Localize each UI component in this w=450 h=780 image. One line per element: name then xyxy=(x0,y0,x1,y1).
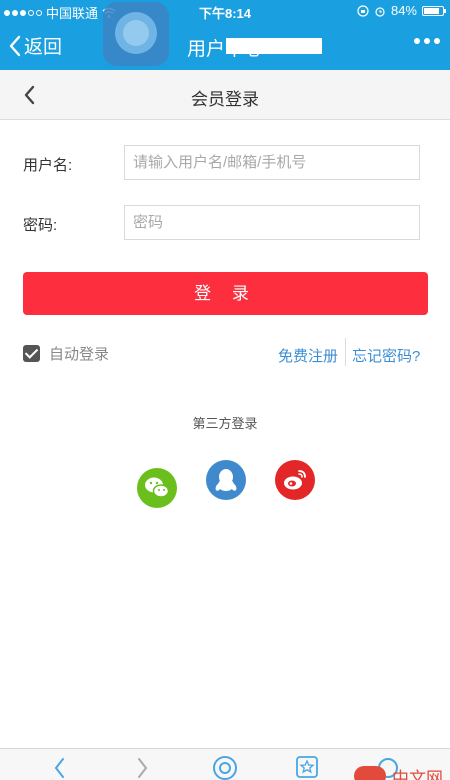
qq-penguin-icon xyxy=(215,469,237,491)
qq-login-button[interactable] xyxy=(206,460,246,500)
link-divider xyxy=(345,338,346,366)
bookmark-star-icon[interactable] xyxy=(295,755,319,779)
floating-assistant-icon[interactable] xyxy=(103,2,169,66)
password-input[interactable] xyxy=(124,205,420,240)
nav-title: 用户中心 xyxy=(186,39,263,60)
rotation-lock-icon xyxy=(357,4,369,17)
more-menu-button[interactable] xyxy=(414,38,440,44)
status-bar: 中国联通 下午8:14 84% xyxy=(0,0,450,22)
battery-percent: 84% xyxy=(390,3,417,18)
status-right: 84% xyxy=(357,3,446,18)
auto-login-label: 自动登录 xyxy=(49,346,110,363)
wechat-icon xyxy=(145,477,170,498)
browser-home-icon[interactable] xyxy=(212,755,238,780)
watermark-logo: 中文网 xyxy=(392,769,443,780)
third-party-login-title: 第三方登录 xyxy=(192,416,258,431)
password-label: 密码: xyxy=(23,217,58,234)
login-button[interactable]: 登 录 xyxy=(23,272,428,315)
browser-back-icon[interactable] xyxy=(52,755,66,779)
weibo-login-button[interactable] xyxy=(275,460,315,500)
redaction-bar xyxy=(226,38,322,54)
page-title: 会员登录 xyxy=(191,90,259,109)
auto-login-toggle[interactable]: 自动登录 xyxy=(23,343,109,364)
username-input[interactable] xyxy=(124,145,420,180)
alarm-icon xyxy=(375,6,385,17)
username-label: 用户名: xyxy=(23,157,73,174)
weibo-icon xyxy=(284,470,306,490)
battery-icon xyxy=(422,5,446,16)
watermark-badge xyxy=(354,766,386,780)
page-header: 会员登录 xyxy=(0,70,450,120)
register-link[interactable]: 免费注册 xyxy=(278,345,338,366)
auto-login-checkbox[interactable] xyxy=(23,345,40,362)
app-nav-bar: 返回 用户中心 xyxy=(0,22,450,70)
forgot-password-link[interactable]: 忘记密码? xyxy=(352,345,420,366)
wechat-login-button[interactable] xyxy=(137,468,177,508)
browser-forward-icon[interactable] xyxy=(136,755,150,779)
